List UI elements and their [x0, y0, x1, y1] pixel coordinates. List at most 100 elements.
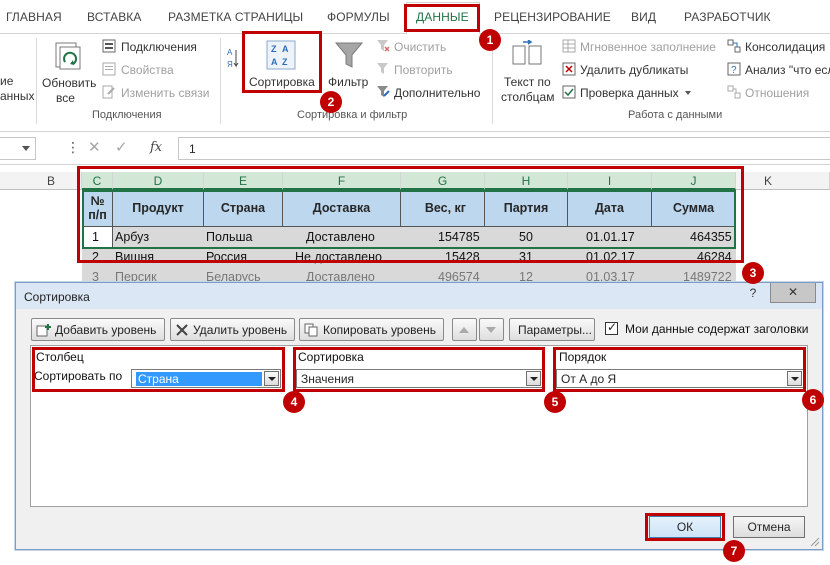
svg-text:Я: Я — [227, 60, 233, 69]
step-badge-6: 6 — [802, 389, 824, 411]
options-button[interactable]: Параметры... — [509, 318, 595, 341]
copy-level-label: Копировать уровень — [323, 322, 436, 337]
annotation-box-sort-on — [293, 347, 545, 392]
headers-checkbox[interactable]: ✓ — [605, 320, 618, 335]
delete-level-button[interactable]: Удалить уровень — [170, 318, 295, 341]
tab-formulas[interactable]: ФОРМУЛЫ — [327, 10, 390, 24]
refresh-all-label-2: все — [56, 91, 75, 105]
tab-view[interactable]: ВИД — [631, 10, 656, 24]
help-icon: ? — [749, 286, 757, 300]
copy-level-icon — [304, 323, 318, 336]
consolidate-button[interactable]: Консолидация — [745, 40, 825, 54]
help-button[interactable]: ? — [740, 283, 766, 303]
dialog-title: Сортировка — [24, 290, 90, 304]
move-up-button[interactable] — [452, 318, 477, 341]
svg-text:?: ? — [731, 65, 737, 76]
close-icon: ✕ — [787, 285, 799, 299]
refresh-all-button[interactable]: Обновить все — [40, 38, 96, 108]
annotation-box-column — [32, 347, 285, 392]
column-header-b[interactable]: B — [0, 172, 82, 190]
add-level-icon — [36, 323, 51, 336]
formula-input[interactable]: 1 — [178, 137, 830, 160]
advanced-filter-icon — [377, 86, 390, 97]
annotation-box-data-tab — [404, 4, 480, 32]
reapply-button[interactable]: Повторить — [394, 63, 453, 77]
tab-insert[interactable]: ВСТАВКА — [87, 10, 142, 24]
refresh-all-icon — [55, 42, 81, 70]
dialog-title-bar: Сортировка ? ✕ — [16, 283, 822, 309]
partial-label-1: ие — [0, 74, 14, 88]
group-label-data-tools: Работа с данными — [628, 109, 723, 121]
cancel-button[interactable]: Отмена — [733, 516, 805, 538]
connections-icon — [102, 39, 116, 53]
insert-function-icon[interactable]: fx — [150, 140, 162, 155]
step-badge-7: 7 — [723, 540, 745, 562]
group-label-sort-filter: Сортировка и фильтр — [297, 109, 408, 121]
options-label: Параметры... — [518, 322, 592, 337]
tab-home[interactable]: ГЛАВНАЯ — [6, 10, 62, 24]
close-button[interactable]: ✕ — [770, 283, 816, 303]
step-badge-2: 2 — [320, 91, 342, 113]
data-validation-button[interactable]: Проверка данных — [580, 86, 679, 100]
column-header-k[interactable]: K — [736, 172, 830, 190]
delete-level-label: Удалить уровень — [193, 322, 288, 337]
formula-bar: ⋮ ✕ ✓ fx 1 — [0, 133, 830, 165]
move-down-button[interactable] — [479, 318, 504, 341]
what-if-icon: ? — [727, 62, 741, 76]
group-label-connections: Подключения — [92, 109, 162, 121]
name-box-dropdown-icon[interactable] — [22, 146, 30, 151]
clear-button[interactable]: Очистить — [394, 40, 446, 54]
annotation-box-order — [553, 347, 806, 392]
text-to-columns-label-1: Текст по — [504, 75, 551, 89]
add-level-button[interactable]: Добавить уровень — [31, 318, 165, 341]
formula-bar-menu-icon[interactable]: ⋮ — [66, 139, 80, 156]
edit-links-button[interactable]: Изменить связи — [121, 86, 209, 100]
step-badge-4: 4 — [283, 391, 305, 413]
partial-label-2[interactable]: анных — [0, 89, 35, 103]
text-to-columns-button[interactable]: Текст по столбцам — [498, 36, 558, 106]
edit-links-icon — [102, 85, 115, 99]
resize-grip-icon[interactable] — [810, 537, 820, 547]
copy-level-button[interactable]: Копировать уровень — [299, 318, 444, 341]
remove-duplicates-icon — [562, 62, 576, 76]
text-to-columns-label-2: столбцам — [501, 90, 555, 104]
what-if-button[interactable]: Анализ "что есл — [745, 63, 830, 77]
consolidate-icon — [727, 39, 741, 53]
data-validation-icon — [562, 85, 576, 99]
flash-fill-button[interactable]: Мгновенное заполнение — [580, 40, 716, 54]
group-separator — [492, 38, 493, 124]
step-badge-3: 3 — [742, 262, 764, 284]
group-separator — [220, 38, 221, 124]
annotation-box-sort-button — [242, 31, 322, 93]
table-row[interactable] — [82, 266, 736, 282]
tab-page-layout[interactable]: РАЗМЕТКА СТРАНИЦЫ — [168, 10, 303, 24]
tab-review[interactable]: РЕЦЕНЗИРОВАНИЕ — [494, 10, 611, 24]
step-badge-1: 1 — [479, 29, 501, 51]
confirm-entry-icon[interactable]: ✓ — [115, 138, 128, 156]
ribbon: ие анных Обновить все Подключения Свойст… — [0, 34, 830, 132]
move-down-icon — [486, 326, 496, 333]
relationships-icon — [727, 85, 741, 99]
delete-level-icon — [176, 323, 188, 336]
sort-az-icon[interactable]: А Я — [227, 46, 239, 72]
headers-checkbox-label[interactable]: Мои данные содержат заголовки — [625, 322, 808, 336]
flash-fill-icon — [562, 39, 576, 53]
data-validation-dropdown-icon[interactable] — [685, 91, 691, 95]
tab-developer[interactable]: РАЗРАБОТЧИК — [684, 10, 771, 24]
relationships-button[interactable]: Отношения — [745, 86, 809, 100]
remove-duplicates-button[interactable]: Удалить дубликаты — [580, 63, 688, 77]
annotation-box-ok — [645, 513, 725, 541]
annotation-box-table — [77, 166, 744, 263]
properties-button[interactable]: Свойства — [121, 63, 174, 77]
step-badge-5: 5 — [544, 391, 566, 413]
advanced-button[interactable]: Дополнительно — [394, 86, 480, 100]
filter-label: Фильтр — [328, 75, 369, 89]
name-box[interactable] — [0, 137, 36, 160]
checkmark-icon: ✓ — [607, 320, 618, 334]
formula-value: 1 — [189, 142, 196, 156]
connections-button[interactable]: Подключения — [121, 40, 197, 54]
svg-text:А: А — [227, 48, 233, 57]
cancel-entry-icon[interactable]: ✕ — [88, 138, 101, 156]
cancel-label: Отмена — [747, 520, 791, 534]
filter-icon — [334, 42, 364, 68]
